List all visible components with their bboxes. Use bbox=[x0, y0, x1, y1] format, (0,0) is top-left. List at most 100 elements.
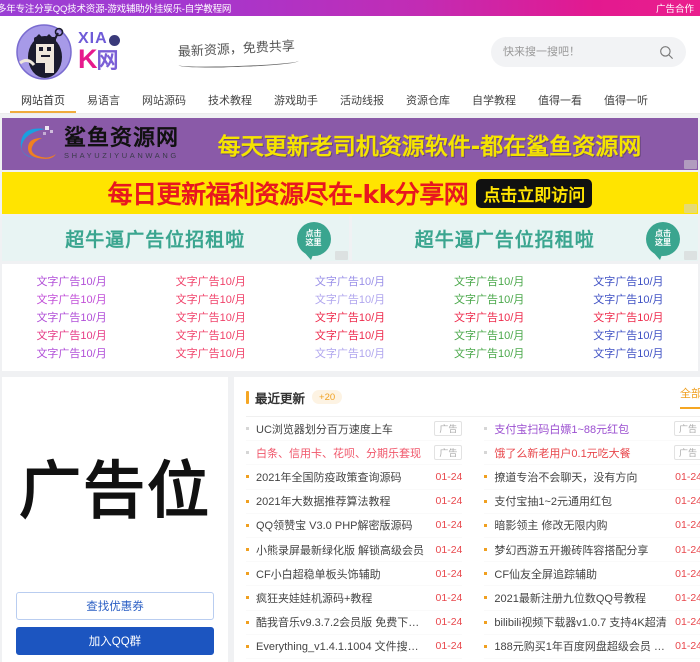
green-ad-0[interactable]: 超牛逼广告位招租啦点击这里 bbox=[2, 216, 349, 261]
text-ad-16[interactable]: 文字广告10/月 bbox=[141, 327, 280, 343]
list-item-title[interactable]: 疯狂夹娃娃机源码+教程 bbox=[256, 590, 430, 606]
list-item-title[interactable]: CF小白超稳单板头饰辅助 bbox=[256, 566, 430, 582]
list-item[interactable]: UC浏览器划分百万速度上车广告 bbox=[246, 417, 462, 441]
text-ad-23[interactable]: 文字广告10/月 bbox=[420, 345, 559, 361]
list-item[interactable]: 支付宝抽1~2元通用红包01-24 bbox=[484, 490, 700, 514]
list-item-title[interactable]: CF仙友全屏追踪辅助 bbox=[494, 566, 669, 582]
site-logo[interactable]: XIA K 网 bbox=[14, 23, 120, 81]
section-header: 最近更新 +20 全部 bbox=[246, 385, 700, 417]
list-item-title[interactable]: 支付宝扫码白嫖1~88元红包 bbox=[494, 421, 668, 437]
search-input[interactable] bbox=[503, 46, 659, 58]
text-ad-14[interactable]: 文字广告10/月 bbox=[559, 309, 698, 325]
text-ad-0[interactable]: 文字广告10/月 bbox=[2, 273, 141, 289]
nav-item-7[interactable]: 自学教程 bbox=[461, 88, 527, 113]
list-item-title[interactable]: 支付宝抽1~2元通用红包 bbox=[494, 493, 669, 509]
search-icon[interactable] bbox=[659, 45, 674, 60]
nav-item-2[interactable]: 网站源码 bbox=[131, 88, 197, 113]
ad-cooperation-link[interactable]: 广告合作 bbox=[656, 1, 694, 15]
list-item[interactable]: 暗影领主 修改无限内购01-24 bbox=[484, 514, 700, 538]
text-ad-21[interactable]: 文字广告10/月 bbox=[141, 345, 280, 361]
list-item[interactable]: 2021年全国防疫政策查询源码01-24 bbox=[246, 465, 462, 489]
text-ad-6[interactable]: 文字广告10/月 bbox=[141, 291, 280, 307]
click-here-bubble[interactable]: 点击这里 bbox=[646, 222, 680, 256]
list-item[interactable]: 2021最新注册九位数QQ号教程 01-24 bbox=[484, 586, 700, 610]
list-item[interactable]: bilibili视频下载器v1.0.7 支持4K超清01-24 bbox=[484, 611, 700, 635]
article-list-grid: UC浏览器划分百万速度上车广告支付宝扫码白嫖1~88元红包广告白条、信用卡、花呗… bbox=[246, 417, 700, 662]
list-item-title[interactable]: bilibili视频下载器v1.0.7 支持4K超清 bbox=[494, 614, 669, 630]
text-ad-4[interactable]: 文字广告10/月 bbox=[559, 273, 698, 289]
list-item-title[interactable]: 撩道专治不会聊天，没有方向 bbox=[494, 469, 669, 485]
list-item[interactable]: CF仙友全屏追踪辅助01-24 bbox=[484, 562, 700, 586]
site-description: 多年专注分享QQ技术资源-游戏辅助外挂娱乐-自学教程网 bbox=[0, 1, 231, 15]
text-ad-9[interactable]: 文字广告10/月 bbox=[559, 291, 698, 307]
list-item-date: 01-24 bbox=[675, 592, 700, 604]
green-ad-1[interactable]: 超牛逼广告位招租啦点击这里 bbox=[352, 216, 699, 261]
kk-share-banner[interactable]: 每日更新福利资源尽在-kk分享网 点击立即访问 bbox=[2, 172, 698, 214]
text-ad-10[interactable]: 文字广告10/月 bbox=[2, 309, 141, 325]
list-bullet-icon bbox=[246, 548, 249, 551]
list-item-title[interactable]: UC浏览器划分百万速度上车 bbox=[256, 421, 428, 437]
kk-visit-button[interactable]: 点击立即访问 bbox=[476, 179, 592, 208]
list-bullet-icon bbox=[246, 596, 249, 599]
list-item-title[interactable]: 小熊录屏最新绿化版 解锁高级会员 bbox=[256, 542, 430, 558]
text-ad-22[interactable]: 文字广告10/月 bbox=[280, 345, 419, 361]
main-content-area: 广告位 查找优惠券 加入QQ群 最近更新 +20 全部 UC浏览器划分百万速度上… bbox=[0, 371, 700, 662]
text-ad-20[interactable]: 文字广告10/月 bbox=[2, 345, 141, 361]
text-ad-17[interactable]: 文字广告10/月 bbox=[280, 327, 419, 343]
list-item[interactable]: 小熊录屏最新绿化版 解锁高级会员01-24 bbox=[246, 538, 462, 562]
list-item[interactable]: 2021年大数据推荐算法教程01-24 bbox=[246, 490, 462, 514]
text-ad-18[interactable]: 文字广告10/月 bbox=[420, 327, 559, 343]
find-coupon-button[interactable]: 查找优惠券 bbox=[16, 592, 214, 620]
tab-all[interactable]: 全部 bbox=[680, 385, 700, 409]
list-item[interactable]: 梦幻西游五开搬砖阵容搭配分享01-24 bbox=[484, 538, 700, 562]
text-ad-24[interactable]: 文字广告10/月 bbox=[559, 345, 698, 361]
click-here-bubble[interactable]: 点击这里 bbox=[297, 222, 331, 256]
text-ad-2[interactable]: 文字广告10/月 bbox=[280, 273, 419, 289]
nav-item-6[interactable]: 资源仓库 bbox=[395, 88, 461, 113]
list-item-title[interactable]: 188元购买1年百度网盘超级会员 秒到 bbox=[494, 638, 669, 654]
list-item-title[interactable]: Everything_v1.4.1.1004 文件搜索工具 bbox=[256, 638, 430, 654]
list-item-title[interactable]: 2021年大数据推荐算法教程 bbox=[256, 493, 430, 509]
text-ad-7[interactable]: 文字广告10/月 bbox=[280, 291, 419, 307]
list-item-title[interactable]: 白条、信用卡、花呗、分期乐套现 bbox=[256, 445, 428, 461]
nav-item-9[interactable]: 值得一听 bbox=[593, 88, 659, 113]
nav-item-1[interactable]: 易语言 bbox=[76, 88, 131, 113]
list-item[interactable]: 白条、信用卡、花呗、分期乐套现广告 bbox=[246, 441, 462, 465]
search-box[interactable] bbox=[491, 37, 686, 67]
text-ad-11[interactable]: 文字广告10/月 bbox=[141, 309, 280, 325]
list-item-title[interactable]: 饿了么新老用户0.1元吃大餐 bbox=[494, 445, 668, 461]
main-navigation[interactable]: 网站首页易语言网站源码技术教程游戏助手活动线报资源仓库自学教程值得一看值得一听 bbox=[0, 88, 700, 114]
text-ad-5[interactable]: 文字广告10/月 bbox=[2, 291, 141, 307]
list-item[interactable]: 饿了么新老用户0.1元吃大餐广告 bbox=[484, 441, 700, 465]
text-ad-1[interactable]: 文字广告10/月 bbox=[141, 273, 280, 289]
list-item-title[interactable]: 梦幻西游五开搬砖阵容搭配分享 bbox=[494, 542, 669, 558]
list-item[interactable]: 188元购买1年百度网盘超级会员 秒到01-24 bbox=[484, 635, 700, 659]
list-item[interactable]: 撩道专治不会聊天，没有方向01-24 bbox=[484, 465, 700, 489]
list-item[interactable]: CF小白超稳单板头饰辅助01-24 bbox=[246, 562, 462, 586]
list-item-title[interactable]: 2021年全国防疫政策查询源码 bbox=[256, 469, 430, 485]
nav-item-5[interactable]: 活动线报 bbox=[329, 88, 395, 113]
text-ad-19[interactable]: 文字广告10/月 bbox=[559, 327, 698, 343]
nav-item-4[interactable]: 游戏助手 bbox=[263, 88, 329, 113]
text-ad-3[interactable]: 文字广告10/月 bbox=[420, 273, 559, 289]
list-item-title[interactable]: 2021最新注册九位数QQ号教程 bbox=[494, 590, 669, 606]
list-item[interactable]: QQ领赞宝 V3.0 PHP解密版源码01-24 bbox=[246, 514, 462, 538]
nav-item-8[interactable]: 值得一看 bbox=[527, 88, 593, 113]
ad-tag: 广告 bbox=[674, 421, 700, 436]
text-ad-12[interactable]: 文字广告10/月 bbox=[280, 309, 419, 325]
list-item[interactable]: 酷我音乐v9.3.7.2会员版 免费下载音乐01-24 bbox=[246, 611, 462, 635]
list-item-title[interactable]: QQ领赞宝 V3.0 PHP解密版源码 bbox=[256, 517, 430, 533]
list-item-title[interactable]: 暗影领主 修改无限内购 bbox=[494, 517, 669, 533]
list-item[interactable]: 疯狂夹娃娃机源码+教程01-24 bbox=[246, 586, 462, 610]
section-accent-bar bbox=[246, 391, 249, 404]
shark-resource-banner[interactable]: 鲨鱼资源网 SHAYUZIYUANWANG 每天更新老司机资源软件-都在鲨鱼资源… bbox=[2, 118, 698, 170]
text-ad-15[interactable]: 文字广告10/月 bbox=[2, 327, 141, 343]
text-ad-13[interactable]: 文字广告10/月 bbox=[420, 309, 559, 325]
list-item[interactable]: Everything_v1.4.1.1004 文件搜索工具01-24 bbox=[246, 635, 462, 659]
join-qq-group-button[interactable]: 加入QQ群 bbox=[16, 627, 214, 655]
list-item-title[interactable]: 酷我音乐v9.3.7.2会员版 免费下载音乐 bbox=[256, 614, 430, 630]
text-ad-8[interactable]: 文字广告10/月 bbox=[420, 291, 559, 307]
nav-item-3[interactable]: 技术教程 bbox=[197, 88, 263, 113]
nav-item-0[interactable]: 网站首页 bbox=[10, 88, 76, 113]
list-item[interactable]: 支付宝扫码白嫖1~88元红包广告 bbox=[484, 417, 700, 441]
